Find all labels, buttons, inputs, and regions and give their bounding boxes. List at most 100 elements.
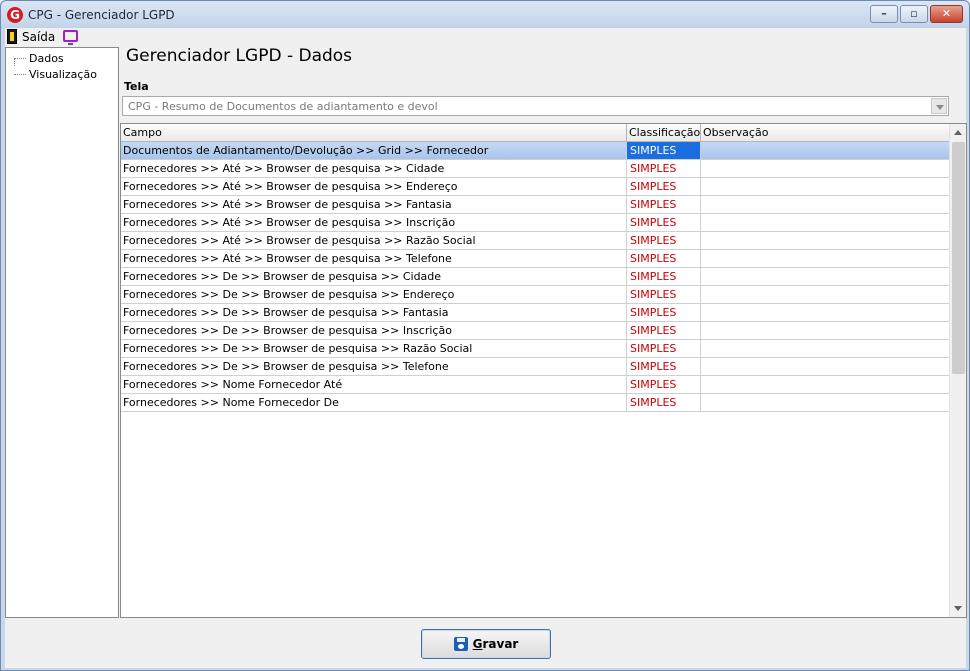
tree-item-dados[interactable]: Dados bbox=[14, 51, 64, 65]
grid-rows: Documentos de Adiantamento/Devolução >> … bbox=[121, 142, 951, 412]
save-disk-icon bbox=[453, 637, 468, 651]
tree-branch bbox=[14, 73, 26, 75]
cell-campo[interactable]: Fornecedores >> Até >> Browser de pesqui… bbox=[121, 160, 627, 177]
app-window: G CPG - Gerenciador LGPD – ▫ ✕ Saída Dad… bbox=[0, 0, 970, 671]
client-area: Saída Dados Visualização Gerenciador LGP… bbox=[5, 28, 967, 668]
maximize-icon: ▫ bbox=[910, 7, 918, 20]
cell-classificacao[interactable]: SIMPLES bbox=[627, 376, 701, 393]
cell-campo[interactable]: Fornecedores >> De >> Browser de pesquis… bbox=[121, 304, 627, 321]
table-row[interactable]: Fornecedores >> Até >> Browser de pesqui… bbox=[121, 232, 951, 250]
table-row[interactable]: Fornecedores >> De >> Browser de pesquis… bbox=[121, 304, 951, 322]
data-grid: Campo Classificação Observação Documento… bbox=[120, 123, 967, 618]
cell-observacao[interactable] bbox=[701, 268, 951, 285]
minimize-button[interactable]: – bbox=[870, 5, 898, 23]
table-row[interactable]: Fornecedores >> Até >> Browser de pesqui… bbox=[121, 178, 951, 196]
tree-branch bbox=[14, 57, 26, 59]
cell-campo[interactable]: Fornecedores >> Nome Fornecedor De bbox=[121, 394, 627, 411]
table-row[interactable]: Fornecedores >> Até >> Browser de pesqui… bbox=[121, 214, 951, 232]
cell-observacao[interactable] bbox=[701, 394, 951, 411]
table-row[interactable]: Documentos de Adiantamento/Devolução >> … bbox=[121, 142, 951, 160]
column-header-classificacao[interactable]: Classificação bbox=[627, 124, 701, 142]
cell-campo[interactable]: Fornecedores >> Até >> Browser de pesqui… bbox=[121, 214, 627, 231]
save-button[interactable]: Gravar bbox=[421, 629, 551, 659]
window-title: CPG - Gerenciador LGPD bbox=[28, 8, 175, 22]
table-row[interactable]: Fornecedores >> Até >> Browser de pesqui… bbox=[121, 196, 951, 214]
cell-observacao[interactable] bbox=[701, 322, 951, 339]
cell-campo[interactable]: Fornecedores >> Nome Fornecedor Até bbox=[121, 376, 627, 393]
cell-classificacao[interactable]: SIMPLES bbox=[627, 322, 701, 339]
cell-classificacao[interactable]: SIMPLES bbox=[627, 196, 701, 213]
grid-header: Campo Classificação Observação bbox=[121, 124, 951, 142]
cell-campo[interactable]: Fornecedores >> Até >> Browser de pesqui… bbox=[121, 232, 627, 249]
column-header-observacao[interactable]: Observação bbox=[701, 124, 951, 142]
table-row[interactable]: Fornecedores >> De >> Browser de pesquis… bbox=[121, 268, 951, 286]
cell-classificacao[interactable]: SIMPLES bbox=[627, 340, 701, 357]
save-button-label: Gravar bbox=[473, 637, 519, 651]
page-title: Gerenciador LGPD - Dados bbox=[126, 46, 353, 66]
table-row[interactable]: Fornecedores >> Até >> Browser de pesqui… bbox=[121, 160, 951, 178]
cell-classificacao[interactable]: SIMPLES bbox=[627, 250, 701, 267]
cell-observacao[interactable] bbox=[701, 178, 951, 195]
cell-classificacao[interactable]: SIMPLES bbox=[627, 160, 701, 177]
table-row[interactable]: Fornecedores >> Nome Fornecedor De SIMPLE… bbox=[121, 394, 951, 412]
cell-campo[interactable]: Fornecedores >> De >> Browser de pesquis… bbox=[121, 268, 627, 285]
cell-classificacao[interactable]: SIMPLES bbox=[627, 214, 701, 231]
cell-observacao[interactable] bbox=[701, 358, 951, 375]
scroll-up-icon[interactable] bbox=[950, 124, 966, 141]
cell-campo[interactable]: Fornecedores >> Até >> Browser de pesqui… bbox=[121, 196, 627, 213]
cell-campo[interactable]: Fornecedores >> Até >> Browser de pesqui… bbox=[121, 250, 627, 267]
table-row[interactable]: Fornecedores >> De >> Browser de pesquis… bbox=[121, 358, 951, 376]
cell-classificacao[interactable]: SIMPLES bbox=[627, 286, 701, 303]
tela-select[interactable]: CPG - Resumo de Documentos de adiantamen… bbox=[122, 96, 949, 116]
cell-observacao[interactable] bbox=[701, 196, 951, 213]
menu-bar: Saída bbox=[5, 28, 966, 45]
scroll-down-icon[interactable] bbox=[950, 600, 966, 617]
cell-observacao[interactable] bbox=[701, 340, 951, 357]
close-icon: ✕ bbox=[941, 7, 952, 20]
cell-observacao[interactable] bbox=[701, 214, 951, 231]
cell-observacao[interactable] bbox=[701, 376, 951, 393]
cell-classificacao[interactable]: SIMPLES bbox=[627, 304, 701, 321]
exit-door-icon bbox=[7, 29, 17, 44]
tree-item-label: Dados bbox=[29, 51, 64, 65]
cell-campo[interactable]: Fornecedores >> De >> Browser de pesquis… bbox=[121, 322, 627, 339]
cell-classificacao[interactable]: SIMPLES bbox=[627, 358, 701, 375]
table-row[interactable]: Fornecedores >> De >> Browser de pesquis… bbox=[121, 286, 951, 304]
cell-observacao[interactable] bbox=[701, 250, 951, 267]
menu-exit-label: Saída bbox=[22, 29, 56, 44]
table-row[interactable]: Fornecedores >> De >> Browser de pesquis… bbox=[121, 340, 951, 358]
cell-campo[interactable]: Fornecedores >> De >> Browser de pesquis… bbox=[121, 340, 627, 357]
tela-select-value: CPG - Resumo de Documentos de adiantamen… bbox=[128, 100, 438, 113]
cell-observacao[interactable] bbox=[701, 304, 951, 321]
cell-campo[interactable]: Documentos de Adiantamento/Devolução >> … bbox=[121, 142, 627, 159]
monitor-icon[interactable] bbox=[63, 30, 78, 45]
chevron-down-icon[interactable] bbox=[931, 98, 947, 114]
maximize-button[interactable]: ▫ bbox=[900, 5, 928, 23]
cell-classificacao[interactable]: SIMPLES bbox=[627, 178, 701, 195]
cell-observacao[interactable] bbox=[701, 142, 951, 159]
minimize-icon: – bbox=[881, 7, 887, 20]
column-header-campo[interactable]: Campo bbox=[121, 124, 627, 142]
table-row[interactable]: Fornecedores >> Nome Fornecedor Até SIMPL… bbox=[121, 376, 951, 394]
menu-item-exit[interactable]: Saída bbox=[7, 28, 55, 45]
cell-observacao[interactable] bbox=[701, 286, 951, 303]
cell-classificacao[interactable]: SIMPLES bbox=[627, 268, 701, 285]
cell-campo[interactable]: Fornecedores >> De >> Browser de pesquis… bbox=[121, 358, 627, 375]
cell-campo[interactable]: Fornecedores >> De >> Browser de pesquis… bbox=[121, 286, 627, 303]
close-button[interactable]: ✕ bbox=[930, 5, 963, 23]
tree-item-visualizacao[interactable]: Visualização bbox=[14, 67, 97, 81]
tree-item-label: Visualização bbox=[29, 67, 97, 81]
scroll-thumb[interactable] bbox=[952, 142, 965, 374]
cell-observacao[interactable] bbox=[701, 160, 951, 177]
table-row[interactable]: Fornecedores >> Até >> Browser de pesqui… bbox=[121, 250, 951, 268]
cell-classificacao[interactable]: SIMPLES bbox=[627, 232, 701, 249]
title-bar[interactable]: G CPG - Gerenciador LGPD – ▫ ✕ bbox=[1, 1, 969, 28]
app-logo-icon: G bbox=[7, 7, 23, 23]
cell-classificacao[interactable]: SIMPLES bbox=[627, 142, 701, 159]
cell-campo[interactable]: Fornecedores >> Até >> Browser de pesqui… bbox=[121, 178, 627, 195]
table-row[interactable]: Fornecedores >> De >> Browser de pesquis… bbox=[121, 322, 951, 340]
cell-classificacao[interactable]: SIMPLES bbox=[627, 394, 701, 411]
cell-observacao[interactable] bbox=[701, 232, 951, 249]
vertical-scrollbar[interactable] bbox=[949, 124, 966, 617]
navigation-tree: Dados Visualização bbox=[5, 47, 119, 618]
